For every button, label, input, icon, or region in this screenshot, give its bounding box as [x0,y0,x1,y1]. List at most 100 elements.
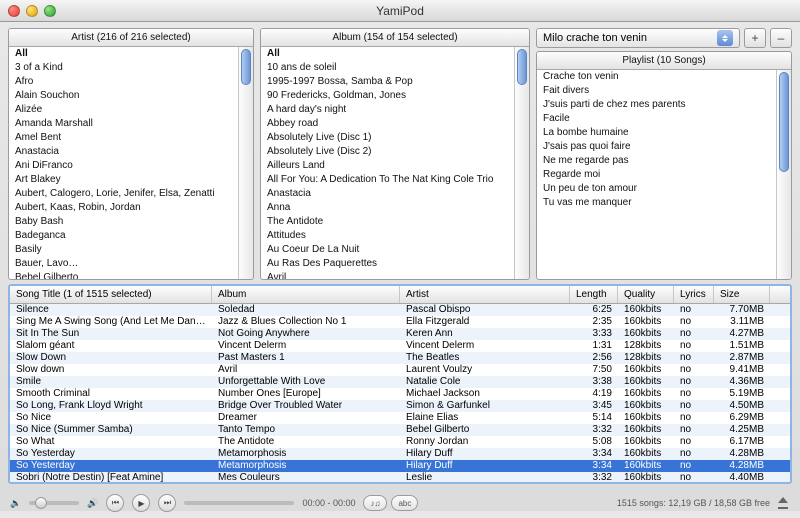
table-row[interactable]: Smooth CriminalNumber Ones [Europe]Micha… [10,388,790,400]
cell: Hilary Duff [400,460,570,472]
list-item[interactable]: Ani DiFranco [9,159,253,173]
remove-playlist-button[interactable]: – [770,28,792,48]
list-item[interactable]: Aubert, Calogero, Lorie, Jenifer, Elsa, … [9,187,253,201]
table-row[interactable]: Slalom géantVincent DelermVincent Delerm… [10,340,790,352]
table-row[interactable]: So WhatThe AntidoteRonny Jordan5:08160kb… [10,436,790,448]
col-album[interactable]: Album [212,286,400,303]
list-item[interactable]: Bauer, Lavo… [9,257,253,271]
progress-slider[interactable] [184,501,294,505]
table-row[interactable]: Slow downAvrilLaurent Voulzy7:50160kbits… [10,364,790,376]
list-item[interactable]: Amanda Marshall [9,117,253,131]
list-item[interactable]: 1995-1997 Bossa, Samba & Pop [261,75,529,89]
list-item[interactable]: Afro [9,75,253,89]
cell: Laurent Voulzy [400,364,570,376]
cell: Metamorphosis [212,448,400,460]
list-item[interactable]: Amel Bent [9,131,253,145]
table-row[interactable]: So Nice (Summer Samba)Tanto TempoBebel G… [10,424,790,436]
playlist-scrollbar[interactable] [776,70,791,279]
prev-track-button[interactable]: ⏮ [106,494,124,512]
list-item[interactable]: Au Coeur De La Nuit [261,243,529,257]
list-item[interactable]: 3 of a Kind [9,61,253,75]
list-item[interactable]: J'suis parti de chez mes parents [537,98,791,112]
table-row[interactable]: SilenceSoledadPascal Obispo6:25160kbitsn… [10,304,790,316]
lyrics-button[interactable]: abc [391,495,418,511]
list-item[interactable]: Bebel Gilberto [9,271,253,279]
album-list[interactable]: All10 ans de soleil1995-1997 Bossa, Samb… [261,47,529,279]
list-item[interactable]: Avril [261,271,529,279]
table-row[interactable]: So YesterdayMetamorphosisHilary Duff3:34… [10,460,790,472]
list-item[interactable]: Absolutely Live (Disc 1) [261,131,529,145]
add-playlist-button[interactable]: + [744,28,766,48]
list-item[interactable]: The Antidote [261,215,529,229]
list-item[interactable]: Attitudes [261,229,529,243]
close-window-button[interactable] [8,5,20,17]
table-row[interactable]: Sit In The SunNot Going AnywhereKeren An… [10,328,790,340]
eject-icon[interactable] [776,497,790,509]
next-track-button[interactable]: ⏭ [158,494,176,512]
artist-scrollbar[interactable] [238,47,253,279]
playlist-dropdown[interactable]: Milo crache ton venin [536,28,740,48]
list-item[interactable]: All [261,47,529,61]
album-header[interactable]: Album (154 of 154 selected) [261,29,529,47]
volume-min-icon: 🔈 [10,498,21,509]
list-item[interactable]: Ailleurs Land [261,159,529,173]
col-artist[interactable]: Artist [400,286,570,303]
shuffle-button[interactable]: ♪♫ [363,495,387,511]
table-row[interactable]: Slow DownPast Masters 1The Beatles2:5612… [10,352,790,364]
col-quality[interactable]: Quality [618,286,674,303]
list-item[interactable]: A hard day's night [261,103,529,117]
list-item[interactable]: Abbey road [261,117,529,131]
list-item[interactable]: Ne me regarde pas [537,154,791,168]
list-item[interactable]: Anastacia [261,187,529,201]
list-item[interactable]: Anastacia [9,145,253,159]
cell: Michael Jackson [400,388,570,400]
list-item[interactable]: Baby Bash [9,215,253,229]
list-item[interactable]: Un peu de ton amour [537,182,791,196]
list-item[interactable]: Basily [9,243,253,257]
list-item[interactable]: Facile [537,112,791,126]
list-item[interactable]: All [9,47,253,61]
zoom-window-button[interactable] [44,5,56,17]
list-item[interactable]: Alain Souchon [9,89,253,103]
table-row[interactable]: Sing Me A Swing Song (And Let Me Dance)J… [10,316,790,328]
list-item[interactable]: Au Ras Des Paquerettes [261,257,529,271]
minimize-window-button[interactable] [26,5,38,17]
table-row[interactable]: So Long, Frank Lloyd WrightBridge Over T… [10,400,790,412]
col-size[interactable]: Size [714,286,770,303]
table-row[interactable]: Sobri (Notre Destin) [Feat Amine]Mes Cou… [10,472,790,482]
list-item[interactable]: Tu vas me manquer [537,196,791,210]
list-item[interactable]: La bombe humaine [537,126,791,140]
cell: Past Masters 1 [212,352,400,364]
col-lyrics[interactable]: Lyrics [674,286,714,303]
cell: 7:50 [570,364,618,376]
artist-list[interactable]: All3 of a KindAfroAlain SouchonAlizéeAma… [9,47,253,279]
list-item[interactable]: 10 ans de soleil [261,61,529,75]
list-item[interactable]: Aubert, Kaas, Robin, Jordan [9,201,253,215]
list-item[interactable]: Fait divers [537,84,791,98]
volume-slider[interactable] [29,501,79,505]
songs-header-row: Song Title (1 of 1515 selected) Album Ar… [10,286,790,304]
list-item[interactable]: Anna [261,201,529,215]
artist-header[interactable]: Artist (216 of 216 selected) [9,29,253,47]
list-item[interactable]: Alizée [9,103,253,117]
songs-body[interactable]: SilenceSoledadPascal Obispo6:25160kbitsn… [10,304,790,482]
album-scrollbar[interactable] [514,47,529,279]
list-item[interactable]: J'sais pas quoi faire [537,140,791,154]
list-item[interactable]: 90 Fredericks, Goldman, Jones [261,89,529,103]
col-length[interactable]: Length [570,286,618,303]
cell: 4.50MB [714,400,770,412]
table-row[interactable]: SmileUnforgettable With LoveNatalie Cole… [10,376,790,388]
table-row[interactable]: So NiceDreamerElaine Elias5:14160kbitsno… [10,412,790,424]
table-row[interactable]: So YesterdayMetamorphosisHilary Duff3:34… [10,448,790,460]
list-item[interactable]: Art Blakey [9,173,253,187]
list-item[interactable]: Crache ton venin [537,70,791,84]
col-title[interactable]: Song Title (1 of 1515 selected) [10,286,212,303]
playlist-list[interactable]: Crache ton veninFait diversJ'suis parti … [537,70,791,279]
list-item[interactable]: Absolutely Live (Disc 2) [261,145,529,159]
play-button[interactable]: ▶ [132,494,150,512]
list-item[interactable]: All For You: A Dedication To The Nat Kin… [261,173,529,187]
list-item[interactable]: Badeganca [9,229,253,243]
cell: Tanto Tempo [212,424,400,436]
list-item[interactable]: Regarde moi [537,168,791,182]
playlist-header[interactable]: Playlist (10 Songs) [537,52,791,70]
